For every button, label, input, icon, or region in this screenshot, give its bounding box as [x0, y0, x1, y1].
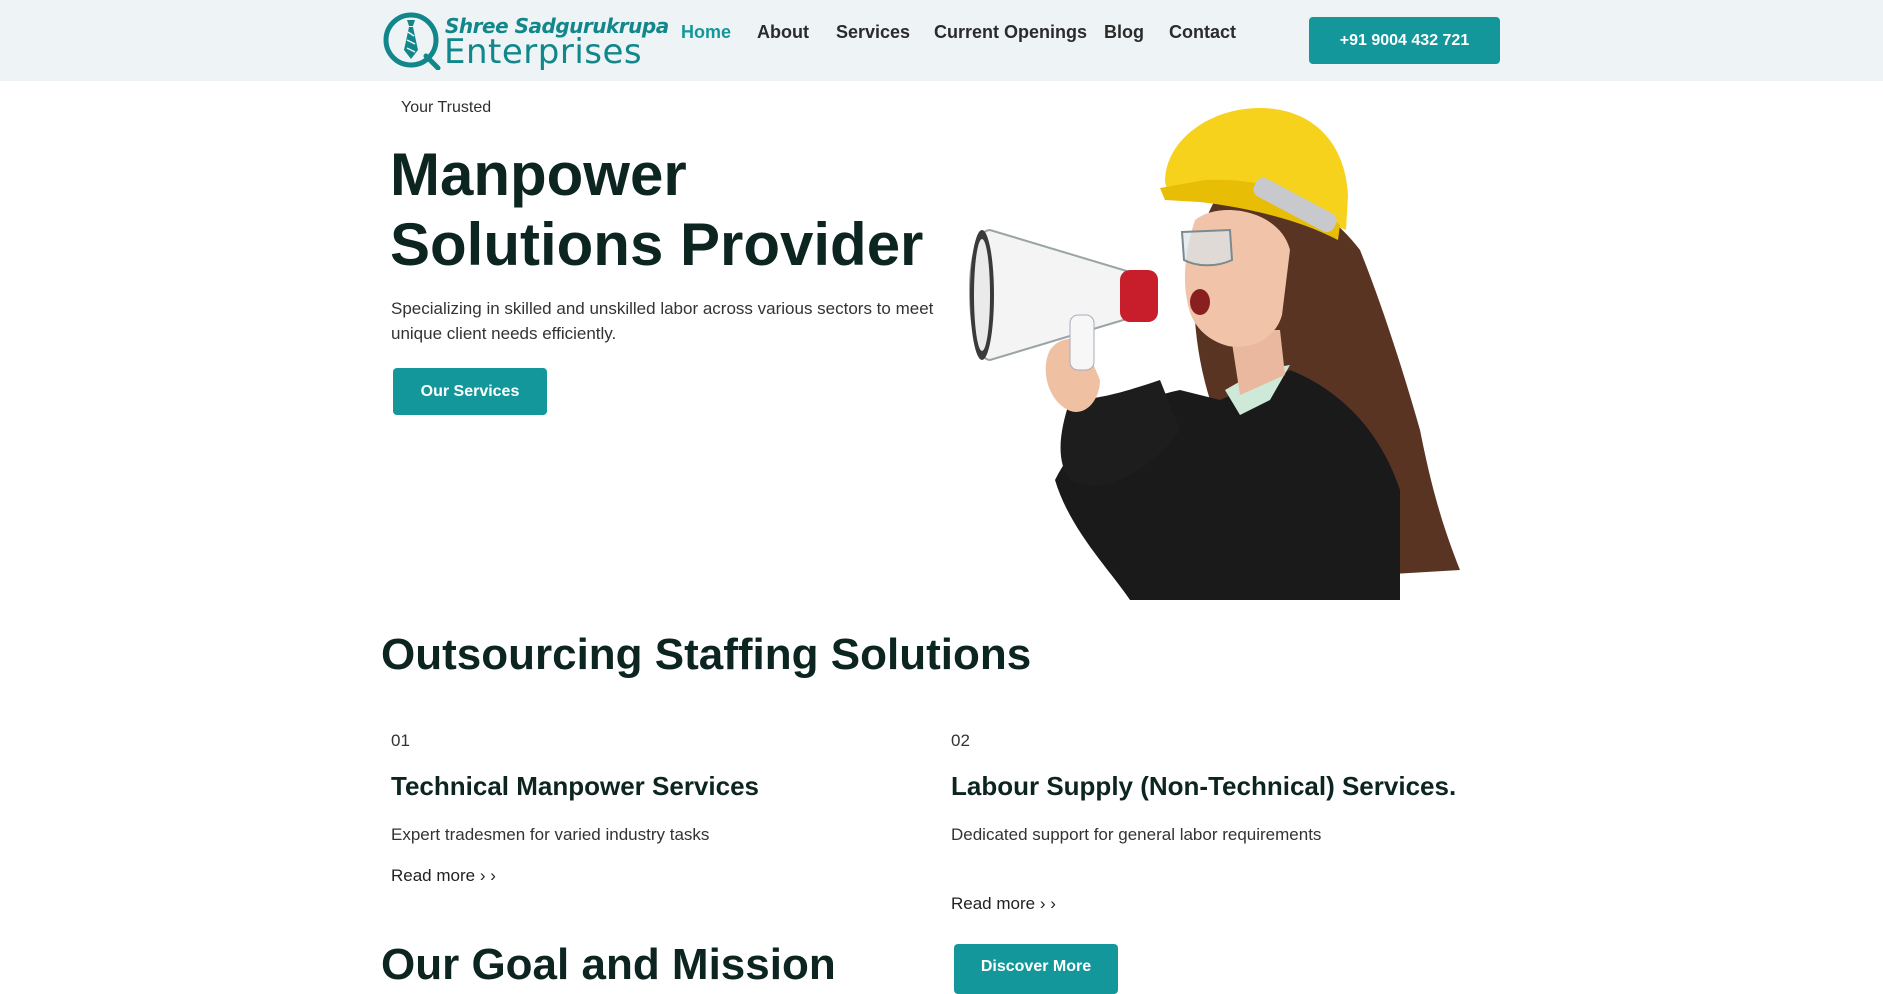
site-header: Shree Sadgurukrupa Enterprises Home Abou…	[0, 0, 1883, 81]
hero-title-line1: Manpower	[390, 141, 687, 208]
hero-title: Manpower Solutions Provider	[390, 140, 923, 280]
read-more-link-technical[interactable]: Read more › ›	[391, 866, 496, 886]
card-number: 01	[391, 731, 410, 750]
tie-logo-icon	[383, 12, 441, 70]
hero-eyebrow: Your Trusted	[401, 99, 492, 116]
card-number: 02	[951, 731, 970, 750]
phone-button[interactable]: +91 9004 432 721	[1309, 17, 1500, 64]
hero-title-line2: Solutions Provider	[390, 211, 924, 278]
mission-section-title: Our Goal and Mission	[381, 940, 836, 989]
discover-more-button[interactable]: Discover More	[954, 944, 1118, 994]
card-title-technical-manpower[interactable]: Technical Manpower Services	[391, 771, 759, 802]
nav-about[interactable]: About	[757, 22, 809, 43]
nav-contact[interactable]: Contact	[1169, 22, 1236, 43]
staffing-section-title: Outsourcing Staffing Solutions	[381, 630, 1032, 679]
site-logo[interactable]: Shree Sadgurukrupa Enterprises	[382, 8, 669, 72]
nav-blog[interactable]: Blog	[1104, 22, 1144, 43]
card-description: Expert tradesmen for varied industry tas…	[391, 825, 710, 844]
logo-text-line2: Enterprises	[444, 32, 643, 72]
nav-current-openings[interactable]: Current Openings	[934, 22, 1087, 43]
card-title-labour-supply[interactable]: Labour Supply (Non-Technical) Services.	[951, 771, 1456, 802]
read-more-link-labour[interactable]: Read more › ›	[951, 894, 1056, 914]
hero-description: Specializing in skilled and unskilled la…	[391, 299, 934, 343]
hero-image-woman-megaphone	[968, 108, 1460, 600]
nav-home[interactable]: Home	[681, 22, 731, 43]
card-description: Dedicated support for general labor requ…	[951, 825, 1322, 844]
nav-services[interactable]: Services	[836, 22, 910, 43]
our-services-button[interactable]: Our Services	[393, 368, 547, 415]
